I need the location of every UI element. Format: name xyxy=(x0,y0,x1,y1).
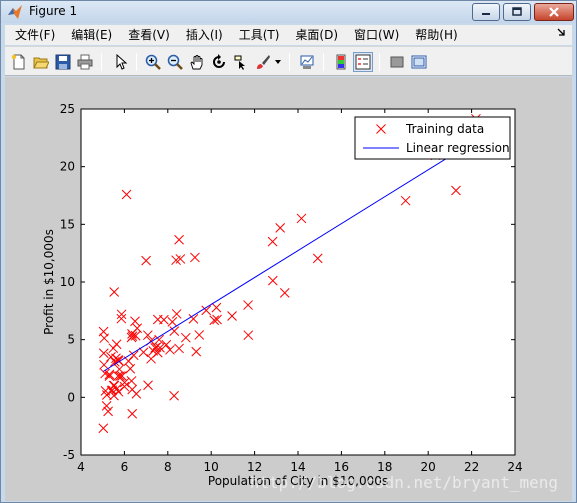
x-tick-label: 6 xyxy=(121,460,129,474)
insert-colorbar-icon xyxy=(336,54,346,70)
toolbar-separator xyxy=(101,53,102,71)
figure-window: Figure 1 文件(F) 编辑(E) 查看(V) 插入(I) 工具(T) 桌… xyxy=(0,0,577,503)
brush-dropdown-button[interactable] xyxy=(273,52,283,72)
open-file-button[interactable] xyxy=(31,52,51,72)
minimize-icon xyxy=(482,13,490,15)
show-plot-tools-button[interactable] xyxy=(409,52,429,72)
minimize-button[interactable] xyxy=(472,3,500,21)
y-tick-label: 20 xyxy=(60,160,75,174)
new-figure-button[interactable] xyxy=(9,52,29,72)
x-tick-label: 10 xyxy=(204,460,219,474)
hide-plot-tools-icon xyxy=(390,56,404,68)
x-tick-label: 18 xyxy=(377,460,392,474)
menu-tools[interactable]: 工具(T) xyxy=(229,25,286,45)
y-tick-label: -5 xyxy=(63,448,75,462)
brush-icon xyxy=(257,55,270,69)
zoom-out-icon xyxy=(167,54,183,70)
x-tick-label: 14 xyxy=(290,460,305,474)
print-button[interactable] xyxy=(75,52,95,72)
toolbar-separator xyxy=(323,53,324,71)
zoom-in-icon xyxy=(145,54,161,70)
scatter-plot[interactable]: 4 6 8 10 12 14 16 18 20 22 24 -50510152025 Populat… xyxy=(5,77,572,501)
menu-insert[interactable]: 插入(I) xyxy=(176,25,229,45)
menu-window[interactable]: 窗口(W) xyxy=(344,25,405,45)
zoom-out-button[interactable] xyxy=(165,52,185,72)
close-button[interactable] xyxy=(534,3,574,21)
link-plot-button[interactable] xyxy=(297,52,317,72)
brush-button[interactable] xyxy=(253,52,273,72)
brush-dropdown-icon xyxy=(275,60,281,64)
toolbar-separator xyxy=(136,53,137,71)
maximize-button[interactable] xyxy=(503,3,531,21)
open-file-icon xyxy=(33,57,49,69)
menu-edit[interactable]: 编辑(E) xyxy=(61,25,118,45)
x-tick-label: 24 xyxy=(507,460,522,474)
insert-legend-button[interactable] xyxy=(353,52,373,72)
pan-icon xyxy=(190,55,203,70)
toolbar-separator xyxy=(289,53,290,71)
legend-label-training: Training data xyxy=(405,122,484,136)
save-icon xyxy=(55,54,71,70)
title-bar[interactable]: Figure 1 xyxy=(1,1,576,23)
x-tick-label: 4 xyxy=(77,460,85,474)
select-arrow-button[interactable] xyxy=(111,52,131,72)
matlab-logo-icon xyxy=(8,5,22,19)
menu-help[interactable]: 帮助(H) xyxy=(405,25,463,45)
rotate-3d-button[interactable] xyxy=(209,52,229,72)
figure-canvas: 4 6 8 10 12 14 16 18 20 22 24 -5 0 5 10 15 20 25 Populat… xyxy=(5,77,572,501)
save-button[interactable] xyxy=(53,52,73,72)
watermark: http://blog.csdn.net/bryant_meng xyxy=(250,473,558,492)
menu-bar: 文件(F) 编辑(E) 查看(V) 插入(I) 工具(T) 桌面(D) 窗口(W… xyxy=(5,25,572,45)
close-icon xyxy=(549,7,559,17)
maximize-icon xyxy=(512,7,522,16)
y-axis-label: Profit in $10,000s xyxy=(42,229,56,335)
axes-background xyxy=(81,109,515,455)
link-plot-icon xyxy=(300,55,314,69)
new-figure-icon xyxy=(11,54,25,70)
toolbar-separator xyxy=(379,53,380,71)
figure-toolbar xyxy=(5,46,572,76)
x-tick-label: 22 xyxy=(464,460,479,474)
pan-button[interactable] xyxy=(187,52,207,72)
hide-plot-tools-button[interactable] xyxy=(387,52,407,72)
x-tick-label: 16 xyxy=(334,460,349,474)
show-plot-tools-icon xyxy=(411,55,427,69)
menu-view[interactable]: 查看(V) xyxy=(118,25,176,45)
insert-legend-icon xyxy=(355,54,371,70)
y-tick-label: 10 xyxy=(60,275,75,289)
select-arrow-icon xyxy=(116,54,128,70)
y-tick-label: 0 xyxy=(67,390,75,404)
legend-label-regression: Linear regression xyxy=(406,141,510,155)
x-tick-label: 20 xyxy=(421,460,436,474)
window-title: Figure 1 xyxy=(29,4,78,18)
dock-arrow-icon[interactable] xyxy=(556,27,566,39)
x-tick-label: 8 xyxy=(164,460,172,474)
print-icon xyxy=(77,54,93,70)
insert-colorbar-button[interactable] xyxy=(331,52,351,72)
data-cursor-button[interactable] xyxy=(231,52,251,72)
data-cursor-icon xyxy=(234,55,245,70)
rotate-3d-icon xyxy=(213,54,225,68)
y-tick-label: 25 xyxy=(60,102,75,116)
menu-file[interactable]: 文件(F) xyxy=(5,25,61,45)
x-tick-label: 12 xyxy=(247,460,262,474)
y-tick-label: 15 xyxy=(60,217,75,231)
zoom-in-button[interactable] xyxy=(143,52,163,72)
y-tick-label: 5 xyxy=(67,333,75,347)
legend[interactable]: Training data Linear regression xyxy=(354,116,511,160)
menu-desktop[interactable]: 桌面(D) xyxy=(285,25,344,45)
